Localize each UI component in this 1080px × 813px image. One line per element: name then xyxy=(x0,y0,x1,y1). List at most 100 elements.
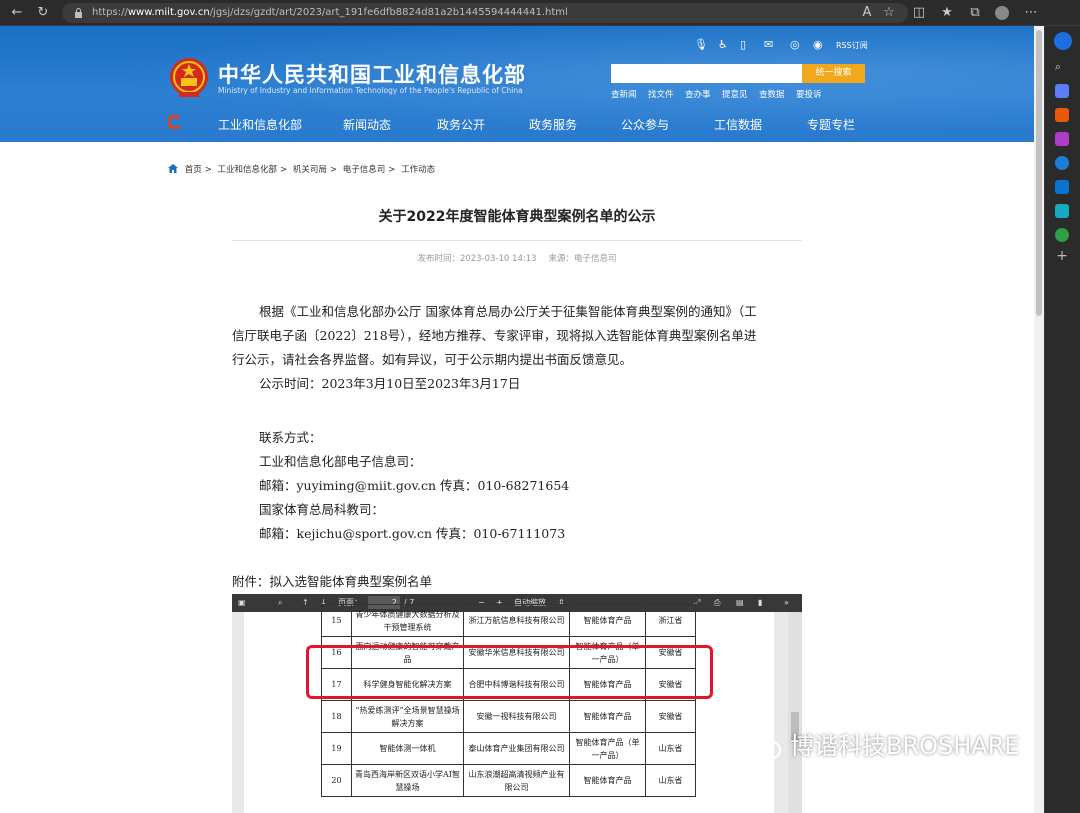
article-title: 关于2022年度智能体育典型案例名单的公示 xyxy=(378,209,656,225)
games-icon[interactable] xyxy=(1055,132,1069,146)
accessibility-icon[interactable]: ♿ xyxy=(718,38,728,52)
url-domain: www.miit.gov.cn xyxy=(127,7,210,18)
site-header: 中华人民共和国工业和信息化部 Ministry of Industry and … xyxy=(0,26,1034,142)
table-cell-region: 山东省 xyxy=(645,764,696,797)
quick-link[interactable]: 查新闻 xyxy=(611,88,637,100)
rss-link[interactable]: RSS订阅 xyxy=(836,40,868,51)
mobile-icon[interactable]: ▯ xyxy=(740,38,746,52)
table-row: 19 智能体测一体机 泰山体育产业集团有限公司 智能体育产品（单一产品） 山东省 xyxy=(321,732,696,765)
table-cell-name: 青少年体质健康大数据分析及干预管理系统 xyxy=(351,604,464,637)
wechat-icon[interactable]: ◎ xyxy=(790,38,800,52)
search-icon[interactable]: ⌕ xyxy=(1055,60,1069,74)
pdf-scrollbar[interactable] xyxy=(788,612,802,813)
table-row: 18 “热爱练测评”全场景智慧操场解决方案 安徽一视科技有限公司 智能体育产品 安徽省 xyxy=(321,700,696,733)
nav-item[interactable]: 政务服务 xyxy=(529,116,577,133)
weibo-app-icon[interactable]: 🎙 xyxy=(694,38,708,52)
nav-item[interactable]: 工信数据 xyxy=(714,116,762,133)
address-bar[interactable]: https://www.miit.gov.cn/jgsj/dzs/gzdt/ar… xyxy=(62,3,908,23)
quick-link[interactable]: 提意见 xyxy=(722,88,748,100)
add-icon[interactable]: + xyxy=(1055,248,1069,264)
split-screen-icon[interactable]: ◫ xyxy=(910,4,928,22)
breadcrumb-item[interactable]: 电子信息司 xyxy=(343,165,386,175)
table-row: 15 青少年体质健康大数据分析及干预管理系统 浙江万航信息科技有限公司 智能体育产品浙… xyxy=(321,604,696,637)
microsoft365-icon[interactable] xyxy=(1055,156,1069,170)
quick-link[interactable]: 找文件 xyxy=(648,88,674,100)
breadcrumb: 首页 > 工业和信息化部 > 机关司局 > 电子信息司 > 工作动态 xyxy=(168,163,438,175)
page-scrollbar[interactable] xyxy=(1034,26,1044,813)
read-aloud-icon[interactable]: A xyxy=(858,4,876,22)
home-icon xyxy=(168,164,178,173)
tree-icon[interactable] xyxy=(1055,228,1069,242)
profile-avatar[interactable] xyxy=(995,6,1009,20)
download-icon[interactable]: ▤ xyxy=(736,596,744,610)
lock-icon xyxy=(75,8,82,18)
table-cell-type: 智能体育产品 xyxy=(569,764,646,797)
browser-window: ← ↻ https://www.miit.gov.cn/jgsj/dzs/gzd… xyxy=(0,0,1080,813)
table-cell-org: 泰山体育产业集团有限公司 xyxy=(463,732,570,765)
weibo-icon[interactable]: ◉ xyxy=(813,38,823,52)
tools-icon[interactable]: » xyxy=(784,596,789,610)
outlook-icon[interactable] xyxy=(1055,180,1069,194)
favorite-add-icon[interactable]: ☆ xyxy=(880,4,898,22)
scrollbar-thumb[interactable] xyxy=(1036,30,1042,316)
nav-item[interactable]: 专题专栏 xyxy=(807,116,855,133)
contact-info: 邮箱：kejichu@sport.gov.cn 传真：010-67111073 xyxy=(259,526,566,541)
shopping-icon[interactable] xyxy=(1055,84,1069,98)
quick-link[interactable]: 查办事 xyxy=(685,88,711,100)
search-button[interactable]: 统一搜索 xyxy=(802,64,865,83)
nav-item[interactable]: 工业和信息化部 xyxy=(218,116,302,133)
mail-icon[interactable]: ✉ xyxy=(764,38,773,52)
print-icon[interactable]: ⎙ xyxy=(714,596,720,610)
breadcrumb-item[interactable]: 工业和信息化部 xyxy=(218,165,278,175)
search-icon[interactable]: ⌕ xyxy=(278,596,282,610)
table-cell-no: 15 xyxy=(321,604,352,637)
refresh-icon[interactable]: ↻ xyxy=(34,4,52,22)
table-row: 20 青岛西海岸新区双语小学AI智慧操场 山东浪潮超高清视频产业有限公司 智能体育产品… xyxy=(321,764,696,797)
table-cell-type: 智能体育产品 xyxy=(569,700,646,733)
bing-icon[interactable] xyxy=(1054,32,1072,50)
table-cell-name: “热爱练测评”全场景智慧操场解决方案 xyxy=(351,700,464,733)
table-cell-no: 19 xyxy=(321,732,352,765)
table-cell-no: 20 xyxy=(321,764,352,797)
collections-icon[interactable]: ⧉ xyxy=(966,4,984,22)
body-text: 行公示，请社会各界监督。如有异议，可于公示期内提出书面反馈意见。 xyxy=(232,352,633,367)
search-input[interactable] xyxy=(611,64,802,83)
attachment-label: 附件：拟入选智能体育典型案例名单 xyxy=(232,574,433,589)
watermark: 博谐科技BROSHARE xyxy=(742,726,1020,761)
breadcrumb-item[interactable]: 首页 xyxy=(185,165,202,175)
nav-item[interactable]: 政务公开 xyxy=(437,116,485,133)
bookmark-icon[interactable]: ▮ xyxy=(758,596,762,610)
back-icon[interactable]: ← xyxy=(8,4,26,22)
pdf-page: 15 青少年体质健康大数据分析及干预管理系统 浙江万航信息科技有限公司 智能体育产品浙… xyxy=(244,604,774,813)
nav-item[interactable]: 公众参与 xyxy=(621,116,669,133)
body-text: 信厅联电子函〔2022〕218号），经地方推荐、专家评审，现将拟入选智能体育典型… xyxy=(232,328,757,343)
quick-link[interactable]: 查数据 xyxy=(759,88,785,100)
pdf-viewer: ▣ ⌕ ↑ ↓ 页面： 2 / 7 − + 自动缩放 ⇕ ⤢ ⎙ ▤ ▮ » 1… xyxy=(232,594,802,813)
table-cell-name: 青岛西海岸新区双语小学AI智慧操场 xyxy=(351,764,464,797)
sidebar-toggle-icon[interactable]: ▣ xyxy=(238,596,246,610)
contact-org: 国家体育总局科教司： xyxy=(259,502,385,517)
tools-icon[interactable] xyxy=(1055,108,1069,122)
title-divider xyxy=(232,240,802,241)
contact-org: 工业和信息化部电子信息司： xyxy=(259,454,422,469)
publicity-period: 公示时间：2023年3月10日至2023年3月17日 xyxy=(259,376,521,391)
nav-item[interactable]: 新闻动态 xyxy=(343,116,391,133)
table-cell-org: 浙江万航信息科技有限公司 xyxy=(463,604,570,637)
drop-icon[interactable] xyxy=(1055,204,1069,218)
article-source: 来源：电子信息司 xyxy=(548,254,617,264)
breadcrumb-item[interactable]: 工作动态 xyxy=(401,165,435,175)
edge-sidebar: ⌕ + xyxy=(1044,26,1080,813)
browser-toolbar: ← ↻ https://www.miit.gov.cn/jgsj/dzs/gzd… xyxy=(0,0,1080,26)
table-cell-region: 山东省 xyxy=(645,732,696,765)
table-cell-org: 安徽一视科技有限公司 xyxy=(463,700,570,733)
national-emblem-icon xyxy=(170,58,208,97)
table-cell-type: 智能体育产品（单一产品） xyxy=(569,732,646,765)
more-icon[interactable]: ⋯ xyxy=(1022,4,1040,22)
page-up-icon[interactable]: ↑ xyxy=(302,596,309,610)
article-meta: 发布时间：2023-03-10 14:13 来源：电子信息司 xyxy=(232,252,802,264)
breadcrumb-item[interactable]: 机关司局 xyxy=(293,165,327,175)
quick-link[interactable]: 要投诉 xyxy=(796,88,822,100)
favorites-icon[interactable]: ★ xyxy=(938,4,956,22)
home-logo-icon[interactable] xyxy=(168,115,182,129)
body-text: 根据《工业和信息化部办公厅 国家体育总局办公厅关于征集智能体育典型案例的通知》（… xyxy=(259,304,757,319)
